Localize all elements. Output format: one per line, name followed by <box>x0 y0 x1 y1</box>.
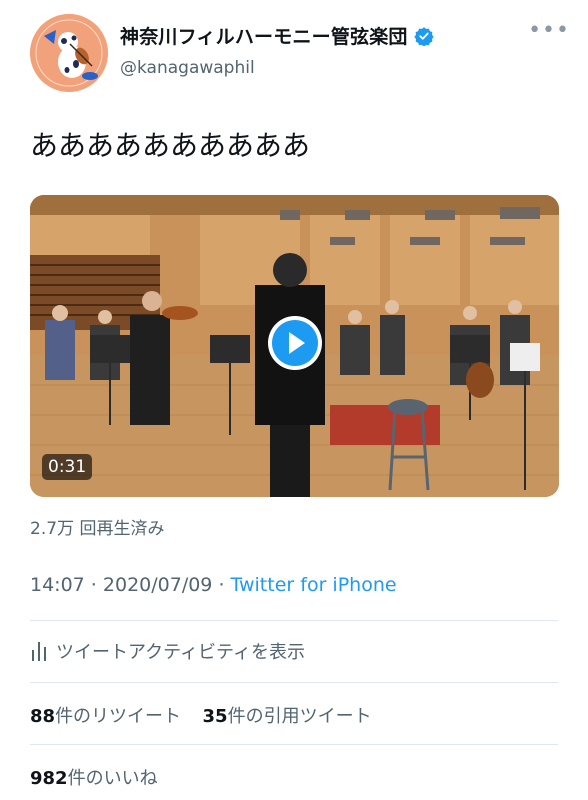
view-count: 2.7万 回再生済み <box>30 519 165 539</box>
more-options-icon[interactable]: ••• <box>528 20 570 42</box>
retweets-count: 88 <box>30 706 56 727</box>
engagement-stats: 88件のリツイート 35件の引用ツイート <box>30 702 372 728</box>
verified-badge-icon <box>413 26 434 46</box>
divider <box>30 744 558 745</box>
play-button[interactable] <box>268 316 322 370</box>
divider <box>30 620 558 621</box>
video-player[interactable]: 0:31 <box>30 195 559 497</box>
retweets-stat[interactable]: 88件のリツイート <box>30 706 181 727</box>
tweet-header: 神奈川フィルハーモニー管弦楽団 @kanagawaphil ••• <box>30 14 570 92</box>
divider <box>30 682 558 683</box>
tweet-source-link[interactable]: Twitter for iPhone <box>231 574 397 596</box>
meta-separator: · <box>84 574 103 596</box>
tweet-text: ああああああああああ <box>30 129 311 162</box>
quotes-label: 件の引用ツイート <box>227 706 372 727</box>
orchestra-dog-logo-icon <box>30 14 108 92</box>
play-icon <box>272 320 318 366</box>
tweet-meta: 14:07 · 2020/07/09 · Twitter for iPhone <box>30 574 397 596</box>
bar-chart-icon <box>32 642 46 661</box>
tweet-time[interactable]: 14:07 <box>30 574 85 596</box>
video-duration: 0:31 <box>42 454 93 480</box>
likes-label: 件のいいね <box>67 768 158 789</box>
display-name[interactable]: 神奈川フィルハーモニー管弦楽団 <box>120 22 434 49</box>
likes-count: 982 <box>30 768 68 789</box>
quotes-count: 35 <box>202 706 228 727</box>
quotes-stat[interactable]: 35件の引用ツイート <box>203 706 372 727</box>
likes-stat[interactable]: 982件のいいね <box>30 764 158 790</box>
retweets-label: 件のリツイート <box>55 706 182 727</box>
account-names: 神奈川フィルハーモニー管弦楽団 @kanagawaphil <box>120 22 434 78</box>
handle[interactable]: @kanagawaphil <box>120 58 434 78</box>
tweet-activity-link[interactable]: ツイートアクティビティを表示 <box>30 638 305 664</box>
avatar[interactable] <box>30 14 108 92</box>
tweet-date[interactable]: 2020/07/09 <box>103 574 213 596</box>
tweet-activity-label: ツイートアクティビティを表示 <box>56 642 305 663</box>
meta-separator: · <box>212 574 231 596</box>
display-name-text[interactable]: 神奈川フィルハーモニー管弦楽団 <box>120 22 408 49</box>
